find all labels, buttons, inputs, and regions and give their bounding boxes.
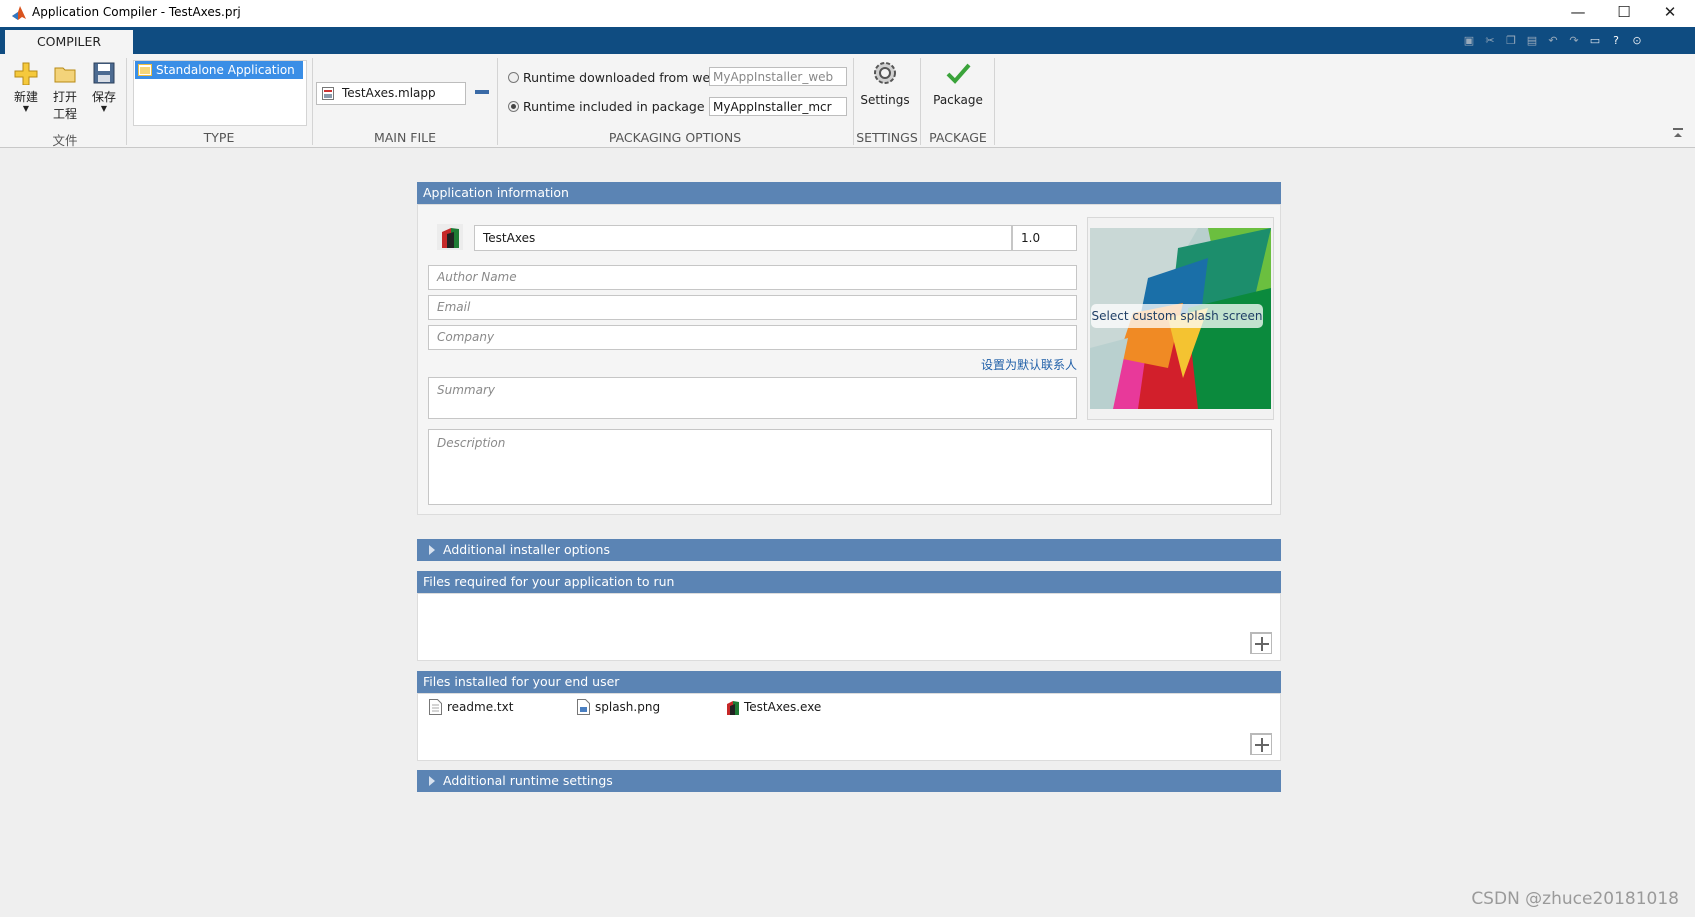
version-field[interactable]: 1.0 [1012,225,1077,251]
close-button[interactable]: ✕ [1647,0,1693,27]
gear-icon [874,62,896,84]
author-name-field[interactable]: Author Name [428,265,1077,290]
application-icon [138,64,152,76]
runtime-package-radio[interactable] [508,101,519,112]
settings-label: Settings [860,93,910,107]
ribbon-tab-strip [0,27,1695,54]
mlapp-file-icon [322,87,334,100]
save-label: 保存 [91,90,116,104]
company-field[interactable]: Company [428,325,1077,350]
expand-arrow-icon [429,544,435,555]
save-project-button[interactable]: 保存 ▼ [88,61,120,113]
quick-access-toolbar: ▣ ✂ ❐ ▤ ↶ ↷ ▭? ⊙ [1460,33,1649,51]
folder-icon [54,67,76,83]
remove-main-file-button[interactable] [474,86,490,98]
qat-paste-icon[interactable]: ▤ [1523,33,1541,49]
matlab-logo-icon [12,6,26,20]
open-project-button[interactable]: 打开 工程 [49,61,81,122]
open-label-line1: 打开 [52,90,77,104]
minimize-button[interactable]: — [1555,0,1601,27]
main-file-item[interactable]: TestAxes.mlapp [316,82,466,105]
app-icon[interactable] [437,224,463,250]
qat-layout-icon[interactable]: ▭ [1586,33,1604,49]
type-standalone-application[interactable]: Standalone Application [135,61,303,79]
app-info-header: Application information [417,182,1281,204]
files-installed-panel [417,693,1281,761]
group-divider [126,58,127,145]
qat-redo-icon[interactable]: ↷ [1565,33,1583,49]
new-label: 新建 [13,90,38,104]
qat-undo-icon[interactable]: ↶ [1544,33,1562,49]
qat-cut-icon[interactable]: ✂ [1481,33,1499,49]
exe-file-icon [727,701,739,715]
settings-button[interactable]: Settings [857,60,913,107]
qat-copy-icon[interactable]: ❐ [1502,33,1520,49]
open-label-line2: 工程 [52,107,77,121]
new-icon [14,62,38,86]
email-field[interactable]: Email [428,295,1077,320]
web-installer-name-field[interactable]: MyAppInstaller_web [709,67,847,86]
runtime-web-radio[interactable] [508,72,519,83]
package-installer-name-field[interactable]: MyAppInstaller_mcr [709,97,847,116]
splash-screen-preview[interactable]: Select custom splash screen [1087,217,1274,420]
checkmark-icon [946,63,971,84]
maximize-button[interactable]: ☐ [1601,0,1647,27]
save-icon [93,62,115,84]
add-installed-file-button[interactable] [1250,733,1272,755]
collapse-ribbon-icon[interactable] [1672,127,1684,139]
additional-runtime-settings-header[interactable]: Additional runtime settings [417,770,1281,792]
tab-compiler[interactable]: COMPILER [5,30,133,54]
window-title: Application Compiler - TestAxes.prj [32,5,241,19]
add-required-file-button[interactable] [1250,632,1272,654]
settings-group-label: SETTINGS [856,130,918,145]
title-bar: Application Compiler - TestAxes.prj — ☐ … [0,0,1695,27]
qat-dropdown-icon[interactable]: ⊙ [1628,33,1646,49]
image-file-icon [577,699,590,715]
files-installed-header: Files installed for your end user [417,671,1281,693]
file-group-label: 文件 [52,133,78,148]
app-name-field[interactable]: TestAxes [474,225,1012,251]
additional-installer-options-header[interactable]: Additional installer options [417,539,1281,561]
select-splash-button[interactable]: Select custom splash screen [1091,304,1263,328]
type-group-label: TYPE [203,130,235,145]
qat-save-icon[interactable]: ▣ [1460,33,1478,49]
package-label: Package [933,93,983,107]
package-group-label: PACKAGE [929,130,987,145]
description-field[interactable]: Description [428,429,1272,505]
runtime-web-label: Runtime downloaded from web [523,70,719,85]
expand-arrow-icon [429,775,435,786]
watermark: CSDN @zhuce20181018 [1471,889,1679,909]
packaging-group-label: PACKAGING OPTIONS [608,130,742,145]
new-project-button[interactable]: 新建 ▼ [10,61,42,113]
set-default-contact-link[interactable]: 设置为默认联系人 [940,356,1077,373]
files-required-panel [417,593,1281,661]
package-button[interactable]: Package [928,60,988,107]
runtime-package-label: Runtime included in package [523,99,705,114]
help-icon[interactable]: ? [1607,33,1625,49]
group-divider [994,58,995,145]
files-required-header: Files required for your application to r… [417,571,1281,593]
text-file-icon [429,699,442,715]
main-file-group-label: MAIN FILE [373,130,437,145]
summary-field[interactable]: Summary [428,377,1077,419]
